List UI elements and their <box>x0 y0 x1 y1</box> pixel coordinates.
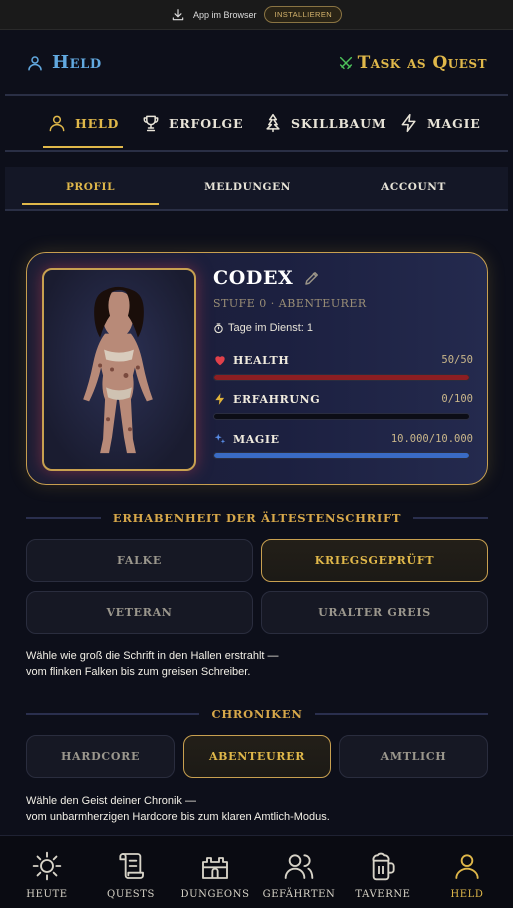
lightning-icon <box>401 113 416 133</box>
chronicle-option-amtlich[interactable]: AMTLICH <box>339 735 488 778</box>
heart-icon <box>215 356 225 366</box>
page-title-text: Held <box>52 52 102 73</box>
nav-label: HEUTE <box>26 889 68 900</box>
font-option-uralter-greis[interactable]: URALTER GREIS <box>261 591 488 634</box>
tab-label: HELD <box>75 115 120 131</box>
beer-icon <box>372 852 395 881</box>
help-line: Wähle den Geist deiner Chronik — <box>26 795 196 807</box>
tab-account[interactable]: ACCOUNT <box>345 167 482 207</box>
font-option-kriegsgeprueft[interactable]: KRIEGSGEPRÜFT <box>261 539 488 582</box>
bottom-nav: HEUTE QUESTS DUNGEONS GEFÄHRTEN TAVERNE … <box>0 835 513 908</box>
stat-magic: MAGIE 10.000/10.000 <box>213 431 473 447</box>
user-icon <box>28 55 42 70</box>
nav-dungeons[interactable]: DUNGEONS <box>170 850 260 906</box>
nav-held[interactable]: HELD <box>422 850 512 906</box>
nav-taverne[interactable]: TAVERNE <box>338 850 428 906</box>
chronicle-help-text: Wähle den Geist deiner Chronik — vom unb… <box>26 793 446 825</box>
tab-erfolge[interactable]: ERFOLGE <box>141 96 243 150</box>
tab-skillbaum[interactable]: SKILLBAUM <box>263 96 387 150</box>
font-section-title: ERHABENHEIT DER ÄLTESTENSCHRIFT <box>112 511 402 525</box>
divider <box>314 713 488 715</box>
stopwatch-icon <box>214 322 223 333</box>
character-name-text: CODEX <box>213 267 294 289</box>
nav-label: TAVERNE <box>355 889 411 900</box>
install-bar: App im Browser INSTALLIEREN <box>0 0 513 30</box>
magic-bar <box>213 452 470 459</box>
install-text: App im Browser <box>192 9 257 20</box>
font-option-falke[interactable]: FALKE <box>26 539 253 582</box>
nav-quests[interactable]: QUESTS <box>86 850 176 906</box>
bolt-icon <box>215 393 225 405</box>
install-button[interactable]: INSTALLIEREN <box>264 6 343 23</box>
stat-value: 10.000/10.000 <box>390 433 473 445</box>
user-icon <box>49 115 65 132</box>
stat-label: MAGIE <box>233 432 280 446</box>
stat-value: 0/100 <box>441 393 473 405</box>
tab-profil[interactable]: PROFIL <box>22 167 159 207</box>
help-line: vom flinken Falken bis zum greisen Schre… <box>26 666 251 678</box>
sub-tabs: PROFIL MELDUNGEN ACCOUNT <box>5 167 508 211</box>
header: Held Task as Quest <box>0 30 513 94</box>
tree-icon <box>266 113 280 133</box>
app-title-text: Task as Quest <box>357 53 487 73</box>
days-in-service-text: Tage im Dienst: 1 <box>228 322 313 334</box>
tab-magie[interactable]: MAGIE <box>399 96 481 150</box>
nav-label: HELD <box>450 889 484 900</box>
chronicle-section-title: CHRONIKEN <box>211 707 303 721</box>
help-line: vom unbarmherzigen Hardcore bis zum klar… <box>26 811 330 823</box>
user-icon <box>455 854 479 879</box>
chronicle-option-hardcore[interactable]: HARDCORE <box>26 735 175 778</box>
experience-bar <box>213 413 470 420</box>
font-help-text: Wähle wie groß die Schrift in den Hallen… <box>26 648 446 680</box>
health-bar-fill <box>214 375 469 380</box>
nav-label: GEFÄHRTEN <box>262 889 336 900</box>
profile-card: CODEX STUFE 0 · ABENTEURER Tage im Diens… <box>26 252 488 485</box>
sparkle-icon <box>214 433 226 444</box>
main-tabs: HELD ERFOLGE SKILLBAUM MAGIE <box>5 94 508 152</box>
magic-bar-fill <box>214 453 469 458</box>
scroll-icon <box>119 853 144 879</box>
trophy-icon <box>143 115 159 132</box>
stat-label: ERFAHRUNG <box>233 392 321 406</box>
divider <box>26 713 200 715</box>
character-name: CODEX <box>213 267 321 289</box>
nav-heute[interactable]: HEUTE <box>2 850 92 906</box>
download-icon <box>172 8 184 20</box>
edit-pencil-icon[interactable] <box>303 269 321 287</box>
font-section-header: ERHABENHEIT DER ÄLTESTENSCHRIFT <box>26 508 489 528</box>
nav-label: QUESTS <box>107 889 155 900</box>
crossed-swords-icon <box>339 56 352 70</box>
avatar[interactable] <box>42 268 196 471</box>
character-portrait <box>83 286 153 454</box>
character-level: STUFE 0 · ABENTEURER <box>213 297 367 310</box>
stat-value: 50/50 <box>441 354 473 366</box>
stat-health: HEALTH 50/50 <box>213 352 473 368</box>
chronicle-option-abenteurer[interactable]: ABENTEURER <box>183 735 331 778</box>
health-bar <box>213 374 470 381</box>
users-icon <box>284 854 314 879</box>
tab-held[interactable]: HELD <box>42 96 124 150</box>
page-title: Held <box>26 52 102 73</box>
tab-label: SKILLBAUM <box>291 115 387 131</box>
sun-icon <box>32 851 62 881</box>
tab-label: ERFOLGE <box>169 115 244 131</box>
chronicle-section-header: CHRONIKEN <box>26 704 488 724</box>
tab-label: MAGIE <box>427 115 481 131</box>
days-in-service: Tage im Dienst: 1 <box>213 322 313 334</box>
stat-label: HEALTH <box>233 353 290 367</box>
tab-meldungen[interactable]: MELDUNGEN <box>179 167 316 207</box>
divider <box>26 517 101 519</box>
nav-label: DUNGEONS <box>180 889 250 900</box>
font-option-veteran[interactable]: VETERAN <box>26 591 253 634</box>
castle-icon <box>202 857 228 879</box>
nav-gefaehrten[interactable]: GEFÄHRTEN <box>254 850 344 906</box>
help-line: Wähle wie groß die Schrift in den Hallen… <box>26 650 279 662</box>
divider <box>413 517 489 519</box>
app-title: Task as Quest <box>338 53 487 73</box>
stat-experience: ERFAHRUNG 0/100 <box>213 391 473 407</box>
